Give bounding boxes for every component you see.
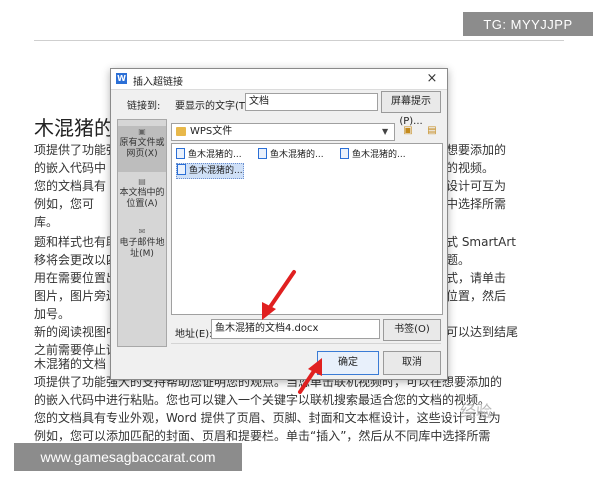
sidebar-item-label: 本文档中的位置(A) xyxy=(119,188,165,209)
document-icon xyxy=(340,148,349,159)
document-heading: 木混猪的 xyxy=(34,116,114,140)
link-to-label: 链接到: xyxy=(127,101,161,112)
list-item[interactable]: 鱼木混猪的... xyxy=(340,148,406,162)
tg-watermark: TG: MYYJJPP xyxy=(463,12,593,36)
document-icon xyxy=(258,148,267,159)
chevron-down-icon: ▼ xyxy=(382,127,389,136)
sidebar-item-document-place[interactable]: ▤ 本文档中的位置(A) xyxy=(118,176,166,222)
document-line-right: 的视频。 xyxy=(446,161,495,175)
sidebar-item-label: 原有文件或网页(X) xyxy=(119,138,165,159)
document-line-right: 可以达到结尾 xyxy=(446,325,519,339)
sidebar-item-email[interactable]: ✉ 电子邮件地址(M) xyxy=(118,226,166,272)
document-place-icon: ▤ xyxy=(138,177,146,186)
document-icon xyxy=(176,148,185,159)
document-line-right: 式，请单击 xyxy=(446,271,507,285)
folder-up-icon[interactable]: ▣ xyxy=(401,125,415,137)
open-folder-icon[interactable]: ▤ xyxy=(425,125,439,137)
document-line-right: 式 SmartArt xyxy=(446,235,516,249)
list-item[interactable]: 鱼木混猪的... xyxy=(258,148,324,162)
faint-watermark: 经验 xyxy=(460,404,493,421)
document-icon xyxy=(177,164,186,175)
list-item-selected[interactable]: 鱼木混猪的... xyxy=(176,163,244,179)
folder-dropdown[interactable]: WPS文件 ▼ xyxy=(171,123,395,141)
document-line-right: 题。 xyxy=(446,253,471,267)
screen-tip-button[interactable]: 屏幕提示(P)... xyxy=(381,91,441,127)
folder-icon xyxy=(176,127,186,136)
close-icon[interactable]: × xyxy=(423,71,441,87)
document-line-right: 中选择所需 xyxy=(446,197,507,211)
document-line-right: 设计可互为 xyxy=(446,179,507,193)
insert-hyperlink-dialog: W 插入超链接 × 链接到: 要显示的文字(T): 文档 屏幕提示(P)... … xyxy=(110,68,448,380)
document-line-right: 位置，然后 xyxy=(446,289,507,303)
display-text-label: 要显示的文字(T): xyxy=(175,101,253,112)
dialog-titlebar[interactable]: W 插入超链接 × xyxy=(111,69,447,90)
link-type-sidebar: ▣ 原有文件或网页(X) ▤ 本文档中的位置(A) ✉ 电子邮件地址(M) xyxy=(117,119,167,347)
page-top-rule xyxy=(34,40,564,41)
email-icon: ✉ xyxy=(138,227,146,236)
address-input[interactable]: 鱼木混猪的文档4.docx xyxy=(211,319,380,339)
sidebar-item-existing-file[interactable]: ▣ 原有文件或网页(X) xyxy=(118,126,166,172)
display-text-input[interactable]: 文档 xyxy=(245,93,378,111)
document-line-right: 想要添加的 xyxy=(446,143,507,157)
wps-app-icon: W xyxy=(116,73,127,84)
file-list: 鱼木混猪的... 鱼木混猪的... 鱼木混猪的... 鱼木混猪的... xyxy=(171,143,443,315)
bookmark-button[interactable]: 书签(O) xyxy=(383,319,441,341)
site-watermark: www.gamesagbaccarat.com xyxy=(14,443,242,471)
dialog-title: 插入超链接 xyxy=(133,77,183,88)
document-line: 例如，您可以添加匹配的封面、页眉和提要栏。单击“插入”，然后从不同库中选择所需 xyxy=(34,429,491,443)
divider xyxy=(171,343,441,344)
list-item[interactable]: 鱼木混猪的... xyxy=(176,148,242,162)
globe-file-icon: ▣ xyxy=(138,127,146,136)
folder-name: WPS文件 xyxy=(190,126,233,137)
cancel-button[interactable]: 取消 xyxy=(383,351,441,375)
address-label: 地址(E): xyxy=(175,329,213,340)
sidebar-item-label: 电子邮件地址(M) xyxy=(119,238,165,259)
ok-button[interactable]: 确定 xyxy=(317,351,379,375)
